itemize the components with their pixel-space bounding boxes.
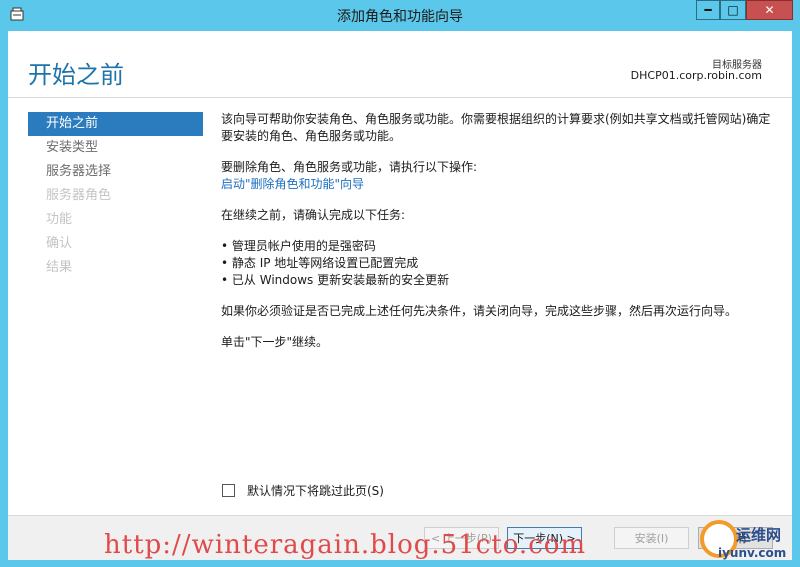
window-title: 添加角色和功能向导 xyxy=(337,9,463,25)
nav-item-server-selection[interactable]: 服务器选择 xyxy=(28,160,203,184)
wizard-nav: 开始之前 安装类型 服务器选择 服务器角色 功能 确认 结果 xyxy=(28,112,203,280)
remove-prompt: 要删除角色、角色服务或功能，请执行以下操作: xyxy=(221,160,478,174)
task-list: 管理员帐户使用的是强密码 静态 IP 地址等网络设置已配置完成 已从 Windo… xyxy=(221,238,776,289)
title-bar[interactable]: 添加角色和功能向导 ━ □ ✕ xyxy=(0,0,800,30)
watermark-url: http://winteragain.blog.51cto.com xyxy=(104,530,587,560)
skip-page-row[interactable]: 默认情况下将跳过此页(S) xyxy=(222,482,384,499)
before-continue-text: 在继续之前，请确认完成以下任务: xyxy=(221,208,406,222)
nav-item-installation-type[interactable]: 安装类型 xyxy=(28,136,203,160)
maximize-icon: □ xyxy=(727,3,739,17)
skip-page-label: 默认情况下将跳过此页(S) xyxy=(247,484,384,498)
target-server-name: DHCP01.corp.robin.com xyxy=(630,69,762,82)
close-icon: ✕ xyxy=(764,3,775,17)
nav-item-confirmation: 确认 xyxy=(46,236,73,251)
logo-name: 运维网 xyxy=(736,526,782,544)
verify-note: 如果你必须验证是否已完成上述任何先决条件，请关闭向导，完成这些步骤，然后再次运行… xyxy=(221,304,738,318)
site-logo: 运维网 iyunv.com xyxy=(700,518,792,564)
remove-roles-link[interactable]: 启动"删除角色和功能"向导 xyxy=(221,177,364,191)
task-item: 静态 IP 地址等网络设置已配置完成 xyxy=(221,255,776,272)
close-button[interactable]: ✕ xyxy=(746,0,793,20)
wizard-content: 该向导可帮助你安装角色、角色服务或功能。你需要根据组织的计算要求(例如共享文档或… xyxy=(221,111,776,365)
maximize-button[interactable]: □ xyxy=(720,0,746,20)
minimize-icon: ━ xyxy=(704,3,712,17)
nav-item-results: 结果 xyxy=(46,260,73,275)
nav-item-features: 功能 xyxy=(46,212,73,227)
wizard-body: 开始之前 目标服务器 DHCP01.corp.robin.com 开始之前 安装… xyxy=(8,31,792,560)
intro-text: 该向导可帮助你安装角色、角色服务或功能。你需要根据组织的计算要求(例如共享文档或… xyxy=(221,112,771,143)
logo-url: iyunv.com xyxy=(718,546,787,560)
minimize-button[interactable]: ━ xyxy=(696,0,720,20)
click-next-text: 单击"下一步"继续。 xyxy=(221,335,329,349)
wizard-header: 开始之前 目标服务器 DHCP01.corp.robin.com xyxy=(8,31,792,98)
task-item: 管理员帐户使用的是强密码 xyxy=(221,238,776,255)
task-item: 已从 Windows 更新安装最新的安全更新 xyxy=(221,272,776,289)
install-button: 安装(I) xyxy=(614,527,689,549)
page-title: 开始之前 xyxy=(28,61,124,89)
skip-page-checkbox[interactable] xyxy=(222,484,235,497)
nav-item-server-roles: 服务器角色 xyxy=(46,188,112,203)
nav-item-before-you-begin[interactable]: 开始之前 xyxy=(28,112,203,136)
wizard-window: 添加角色和功能向导 ━ □ ✕ 开始之前 目标服务器 DHCP01.corp.r… xyxy=(0,0,800,567)
